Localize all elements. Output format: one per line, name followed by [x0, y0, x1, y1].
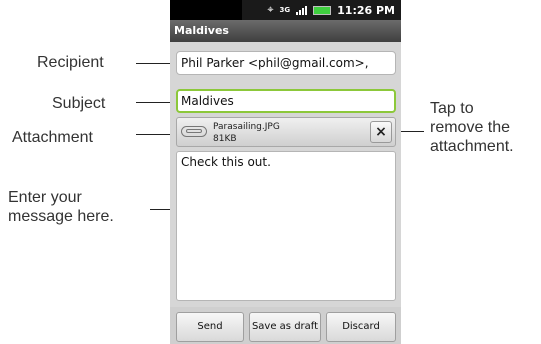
callout-remove-line3: attachment.	[430, 138, 514, 155]
subject-field[interactable]: Maldives	[176, 89, 396, 113]
status-bar: ⌖ 3G 11:26 PM	[170, 0, 401, 20]
callout-remove-line2: remove the	[430, 119, 511, 136]
signal-icon	[296, 5, 308, 15]
title-bar-title: Maldives	[174, 24, 229, 37]
attachment-item[interactable]: Parasailing.JPG 81KB ×	[176, 117, 396, 147]
callout-remove-line	[398, 131, 424, 132]
callout-message-line1: Enter your	[8, 189, 82, 206]
wifi-icon: ⌖	[267, 3, 274, 16]
callout-recipient: Recipient	[37, 54, 104, 71]
attachment-filename: Parasailing.JPG	[213, 122, 280, 132]
callout-remove-line1: Tap to	[430, 100, 474, 117]
discard-button[interactable]: Discard	[326, 312, 396, 342]
recipient-field[interactable]: Phil Parker <phil@gmail.com>,	[176, 51, 396, 75]
send-button[interactable]: Send	[176, 312, 244, 342]
attachment-size: 81KB	[213, 134, 237, 144]
callout-attachment: Attachment	[12, 129, 93, 146]
status-time: 11:26 PM	[337, 3, 395, 17]
remove-attachment-button[interactable]: ×	[370, 121, 392, 143]
callout-message-line2: message here.	[8, 208, 114, 225]
status-icons: ⌖ 3G 11:26 PM	[267, 3, 395, 17]
battery-icon	[313, 5, 332, 15]
callout-attachment-line	[136, 134, 174, 135]
network-type-icon: 3G	[279, 6, 291, 14]
callout-subject-line	[136, 102, 174, 103]
title-bar: Maldives	[170, 20, 401, 42]
callout-subject: Subject	[52, 95, 106, 112]
paperclip-icon	[181, 126, 207, 137]
message-body-field[interactable]: Check this out.	[176, 151, 396, 301]
callout-remove: Tap to remove the attachment.	[430, 99, 514, 156]
status-bar-notification-area	[170, 0, 242, 20]
callout-message: Enter your message here.	[8, 188, 114, 226]
callout-recipient-line	[136, 63, 174, 64]
phone-screen: ⌖ 3G 11:26 PM Maldives Phil Parker <phil…	[170, 0, 401, 344]
button-bar: Send Save as draft Discard	[170, 307, 401, 344]
save-draft-button[interactable]: Save as draft	[249, 312, 321, 342]
